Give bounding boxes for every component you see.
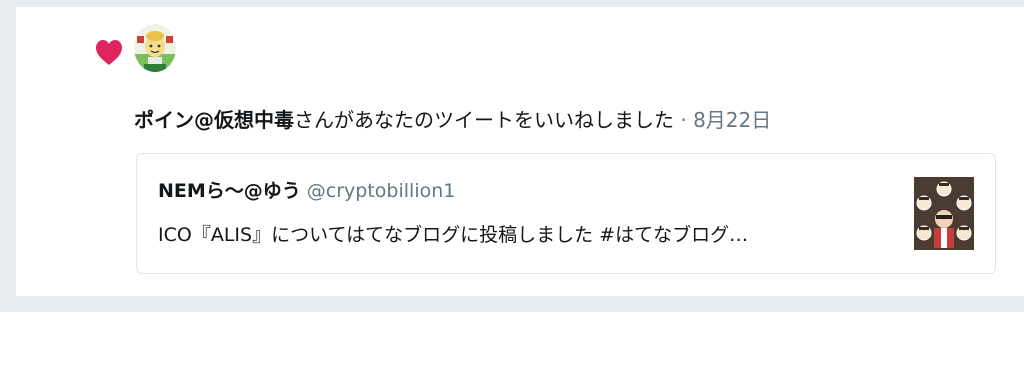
separator: · (680, 108, 687, 132)
avatar[interactable] (134, 24, 176, 72)
heart-icon (96, 40, 122, 65)
notification-text: ポイン@仮想中毒さんがあなたのツイートをいいねしました · 8月22日 (134, 103, 771, 137)
quoted-tweet-text: ICO『ALIS』についてはてなブログに投稿しました #はてなブログ… (158, 224, 749, 246)
quoted-tweet-header: NEMら～@ゆう @cryptobillion1 (158, 176, 455, 206)
action-text: さんがあなたのツイートをいいねしました (294, 108, 674, 132)
timestamp[interactable]: 8月22日 (693, 108, 771, 132)
user-name[interactable]: ポイン@仮想中毒 (134, 108, 294, 132)
author-name[interactable]: NEMら～@ゆう (158, 180, 301, 202)
quoted-tweet[interactable]: NEMら～@ゆう @cryptobillion1 ICO『ALIS』についてはてな… (136, 153, 996, 274)
thumbnail-image[interactable] (914, 177, 974, 250)
author-handle[interactable]: @cryptobillion1 (307, 180, 456, 202)
divider (16, 296, 1024, 297)
